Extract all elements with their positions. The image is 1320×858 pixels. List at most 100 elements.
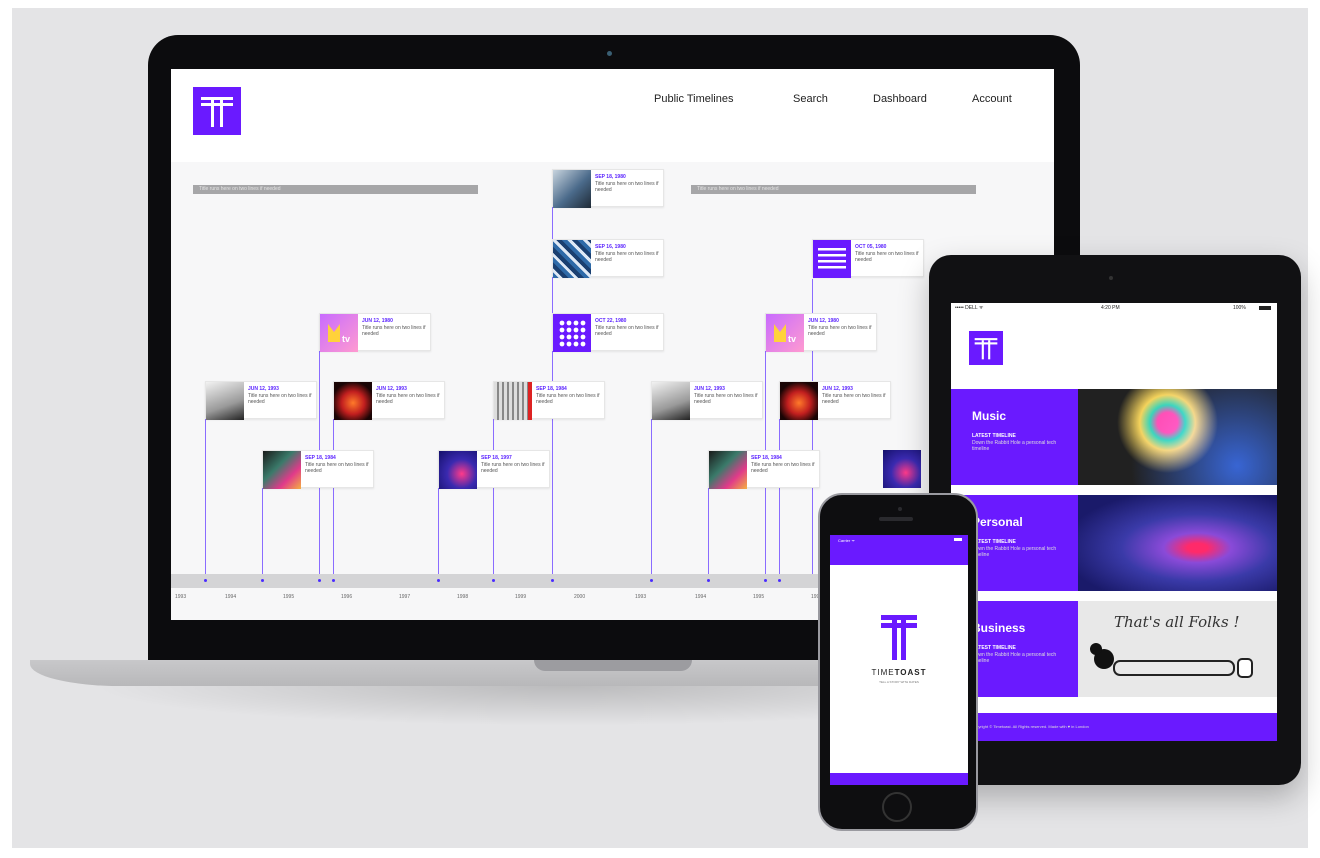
- axis-marker[interactable]: [650, 579, 653, 582]
- axis-label: 2000: [574, 594, 586, 600]
- axis-marker[interactable]: [492, 579, 495, 582]
- business-photo: That's all Folks !: [1078, 601, 1277, 697]
- music-photo: [1078, 389, 1277, 485]
- category-title: Personal: [972, 515, 1023, 529]
- list-icon: [813, 240, 851, 278]
- event-card[interactable]: JUN 12, 1993 Title runs here on two line…: [205, 381, 317, 420]
- cartoon-drawing: [1090, 643, 1253, 678]
- axis-label: 1994: [225, 594, 237, 600]
- event-card[interactable]: JUN 12, 1993 Title runs here on two line…: [651, 381, 763, 420]
- event-stem: [333, 414, 334, 577]
- event-date: SEP 18, 1984: [305, 455, 336, 461]
- event-card[interactable]: SEP 18, 1984 Title runs here on two line…: [493, 381, 605, 420]
- category-music[interactable]: Music LATEST TIMELINE Down the Rabbit Ho…: [951, 389, 1277, 485]
- event-title: Title runs here on two lines if needed: [855, 251, 919, 263]
- event-title: Title runs here on two lines if needed: [248, 393, 312, 405]
- axis-marker[interactable]: [261, 579, 264, 582]
- event-stem: [779, 414, 780, 577]
- event-photo: [206, 382, 244, 420]
- event-title: Title runs here on two lines if needed: [595, 325, 659, 337]
- t-logo-icon: [201, 97, 233, 127]
- axis-label: 1996: [341, 594, 353, 600]
- carrier-label: ••••• DELL ᯤ: [955, 305, 984, 311]
- event-card[interactable]: SEP 18, 1984 Title runs here on two line…: [708, 450, 820, 489]
- event-card[interactable]: SEP 18, 1984 Title runs here on two line…: [262, 450, 374, 489]
- axis-marker[interactable]: [778, 579, 781, 582]
- event-card[interactable]: tv JUN 12, 1980 Title runs here on two l…: [319, 313, 431, 352]
- app-wordmark: TIMETOAST: [830, 668, 968, 677]
- timeline-span-bar[interactable]: Title runs here on two lines if needed: [193, 185, 478, 194]
- svg-text:tv: tv: [342, 334, 350, 344]
- camera-icon: [898, 507, 902, 511]
- event-date: JUN 12, 1993: [694, 386, 725, 392]
- site-footer: Copyright © Timetoast. All Rights reserv…: [951, 713, 1277, 741]
- event-date: SEP 18, 1980: [595, 174, 626, 180]
- category-personal[interactable]: Personal LATEST TIMELINE Down the Rabbit…: [951, 495, 1277, 591]
- axis-marker[interactable]: [437, 579, 440, 582]
- event-card[interactable]: JUN 12, 1993 Title runs here on two line…: [333, 381, 445, 420]
- event-card[interactable]: SEP 18, 1980 Title runs here on two line…: [552, 169, 664, 208]
- battery-icon: [954, 538, 962, 541]
- event-card[interactable]: SEP 18, 1997 Title runs here on two line…: [438, 450, 550, 489]
- axis-marker[interactable]: [551, 579, 554, 582]
- latest-label: LATEST TIMELINE: [972, 645, 1016, 651]
- event-stem: [651, 414, 652, 577]
- mtv-logo-icon: tv: [766, 314, 804, 352]
- event-title: Title runs here on two lines if needed: [808, 325, 872, 337]
- axis-label: 1999: [515, 594, 527, 600]
- event-date: SEP 18, 1984: [751, 455, 782, 461]
- clock: 4:20 PM: [1101, 305, 1120, 311]
- event-photo: [553, 240, 591, 278]
- event-card[interactable]: OCT 05, 1980 Title runs here on two line…: [812, 239, 924, 278]
- splash-footer: [830, 773, 968, 785]
- timetoast-logo[interactable]: [969, 331, 1003, 365]
- battery-label: 100%: [1233, 305, 1246, 311]
- nav-account[interactable]: Account: [972, 93, 1012, 105]
- personal-photo: [1078, 495, 1277, 591]
- event-card[interactable]: tv JUN 12, 1980 Title runs here on two l…: [765, 313, 877, 352]
- latest-timeline-link[interactable]: Down the Rabbit Hole a personal tech tim…: [972, 652, 1062, 664]
- app-tagline: TELL A STORY WITH DATES: [879, 680, 919, 684]
- axis-marker[interactable]: [707, 579, 710, 582]
- axis-marker[interactable]: [764, 579, 767, 582]
- axis-label: 1997: [399, 594, 411, 600]
- axis-label: 1994: [695, 594, 707, 600]
- battery-icon: [1259, 306, 1271, 310]
- event-photo: [439, 451, 477, 489]
- event-date: SEP 18, 1984: [536, 386, 567, 392]
- event-photo: [263, 451, 301, 489]
- event-date: JUN 12, 1993: [822, 386, 853, 392]
- grid-icon: [553, 314, 591, 352]
- timeline-span-bar[interactable]: Title runs here on two lines if needed: [691, 185, 976, 194]
- event-photo: [553, 170, 591, 208]
- timetoast-logo[interactable]: [193, 87, 241, 135]
- site-header: Public Timelines Search Dashboard Accoun…: [171, 69, 1054, 162]
- event-stem: [262, 481, 263, 577]
- latest-timeline-link[interactable]: Down the Rabbit Hole a personal tech tim…: [972, 546, 1062, 558]
- nav-public-timelines[interactable]: Public Timelines: [654, 93, 733, 105]
- nav-search[interactable]: Search: [793, 93, 828, 105]
- event-title: Title runs here on two lines if needed: [481, 462, 545, 474]
- event-photo: [780, 382, 818, 420]
- home-button[interactable]: [882, 792, 912, 822]
- latest-timeline-link[interactable]: Down the Rabbit Hole a personal tech tim…: [972, 440, 1062, 452]
- axis-label: 1993: [175, 594, 187, 600]
- axis-label: 1995: [283, 594, 295, 600]
- t-logo-icon: [974, 338, 998, 360]
- wordmark-bold: TOAST: [894, 668, 927, 677]
- category-business[interactable]: Business LATEST TIMELINE Down the Rabbit…: [951, 601, 1277, 697]
- axis-marker[interactable]: [318, 579, 321, 582]
- event-photo[interactable]: [883, 450, 921, 488]
- axis-marker[interactable]: [204, 579, 207, 582]
- camera-icon: [1109, 276, 1113, 280]
- event-date: OCT 05, 1980: [855, 244, 887, 250]
- event-card[interactable]: JUN 12, 1993 Title runs here on two line…: [779, 381, 891, 420]
- event-card[interactable]: SEP 16, 1980 Title runs here on two line…: [552, 239, 664, 278]
- event-photo: [652, 382, 690, 420]
- event-card[interactable]: OCT 22, 1980 Title runs here on two line…: [552, 313, 664, 352]
- event-stem: [438, 481, 439, 577]
- mtv-logo-icon: tv: [320, 314, 358, 352]
- event-title: Title runs here on two lines if needed: [694, 393, 758, 405]
- nav-dashboard[interactable]: Dashboard: [873, 93, 927, 105]
- axis-marker[interactable]: [332, 579, 335, 582]
